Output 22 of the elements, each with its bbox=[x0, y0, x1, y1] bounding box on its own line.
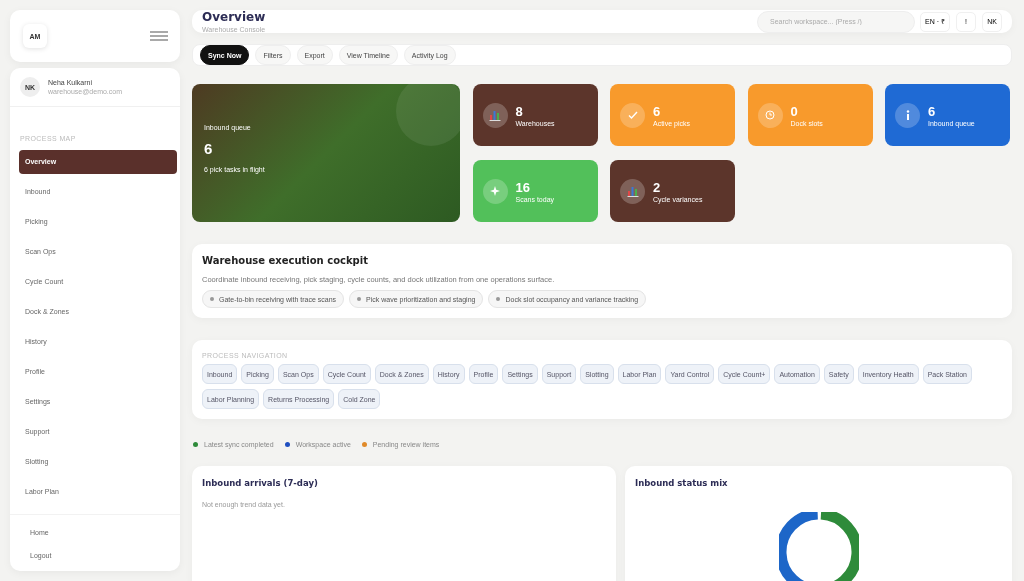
menu-icon[interactable] bbox=[150, 31, 168, 41]
clock-icon bbox=[757, 102, 783, 128]
chart-title: Inbound arrivals (7-day) bbox=[202, 478, 319, 488]
decor-circle bbox=[396, 84, 460, 146]
stat-value: 0 bbox=[790, 103, 799, 119]
sparkle-icon bbox=[482, 178, 508, 204]
stat-value: 8 bbox=[515, 103, 524, 119]
section-title: Warehouse execution cockpit bbox=[202, 255, 369, 266]
chart-icon bbox=[482, 102, 508, 128]
hero-value: 6 bbox=[204, 140, 214, 157]
check-icon bbox=[620, 102, 645, 128]
bullet-icon bbox=[496, 297, 501, 301]
stat-value: 6 bbox=[653, 103, 662, 119]
bullet-icon bbox=[210, 297, 214, 301]
stat-value: 6 bbox=[928, 103, 937, 119]
chart-icon bbox=[620, 178, 645, 204]
info-icon bbox=[895, 102, 920, 128]
stat-value: 16 bbox=[515, 179, 531, 195]
bullet-icon bbox=[357, 297, 362, 301]
stat-value: 2 bbox=[653, 179, 662, 195]
chart-title: Inbound status mix bbox=[635, 478, 729, 488]
page-title: Overview bbox=[202, 10, 267, 24]
